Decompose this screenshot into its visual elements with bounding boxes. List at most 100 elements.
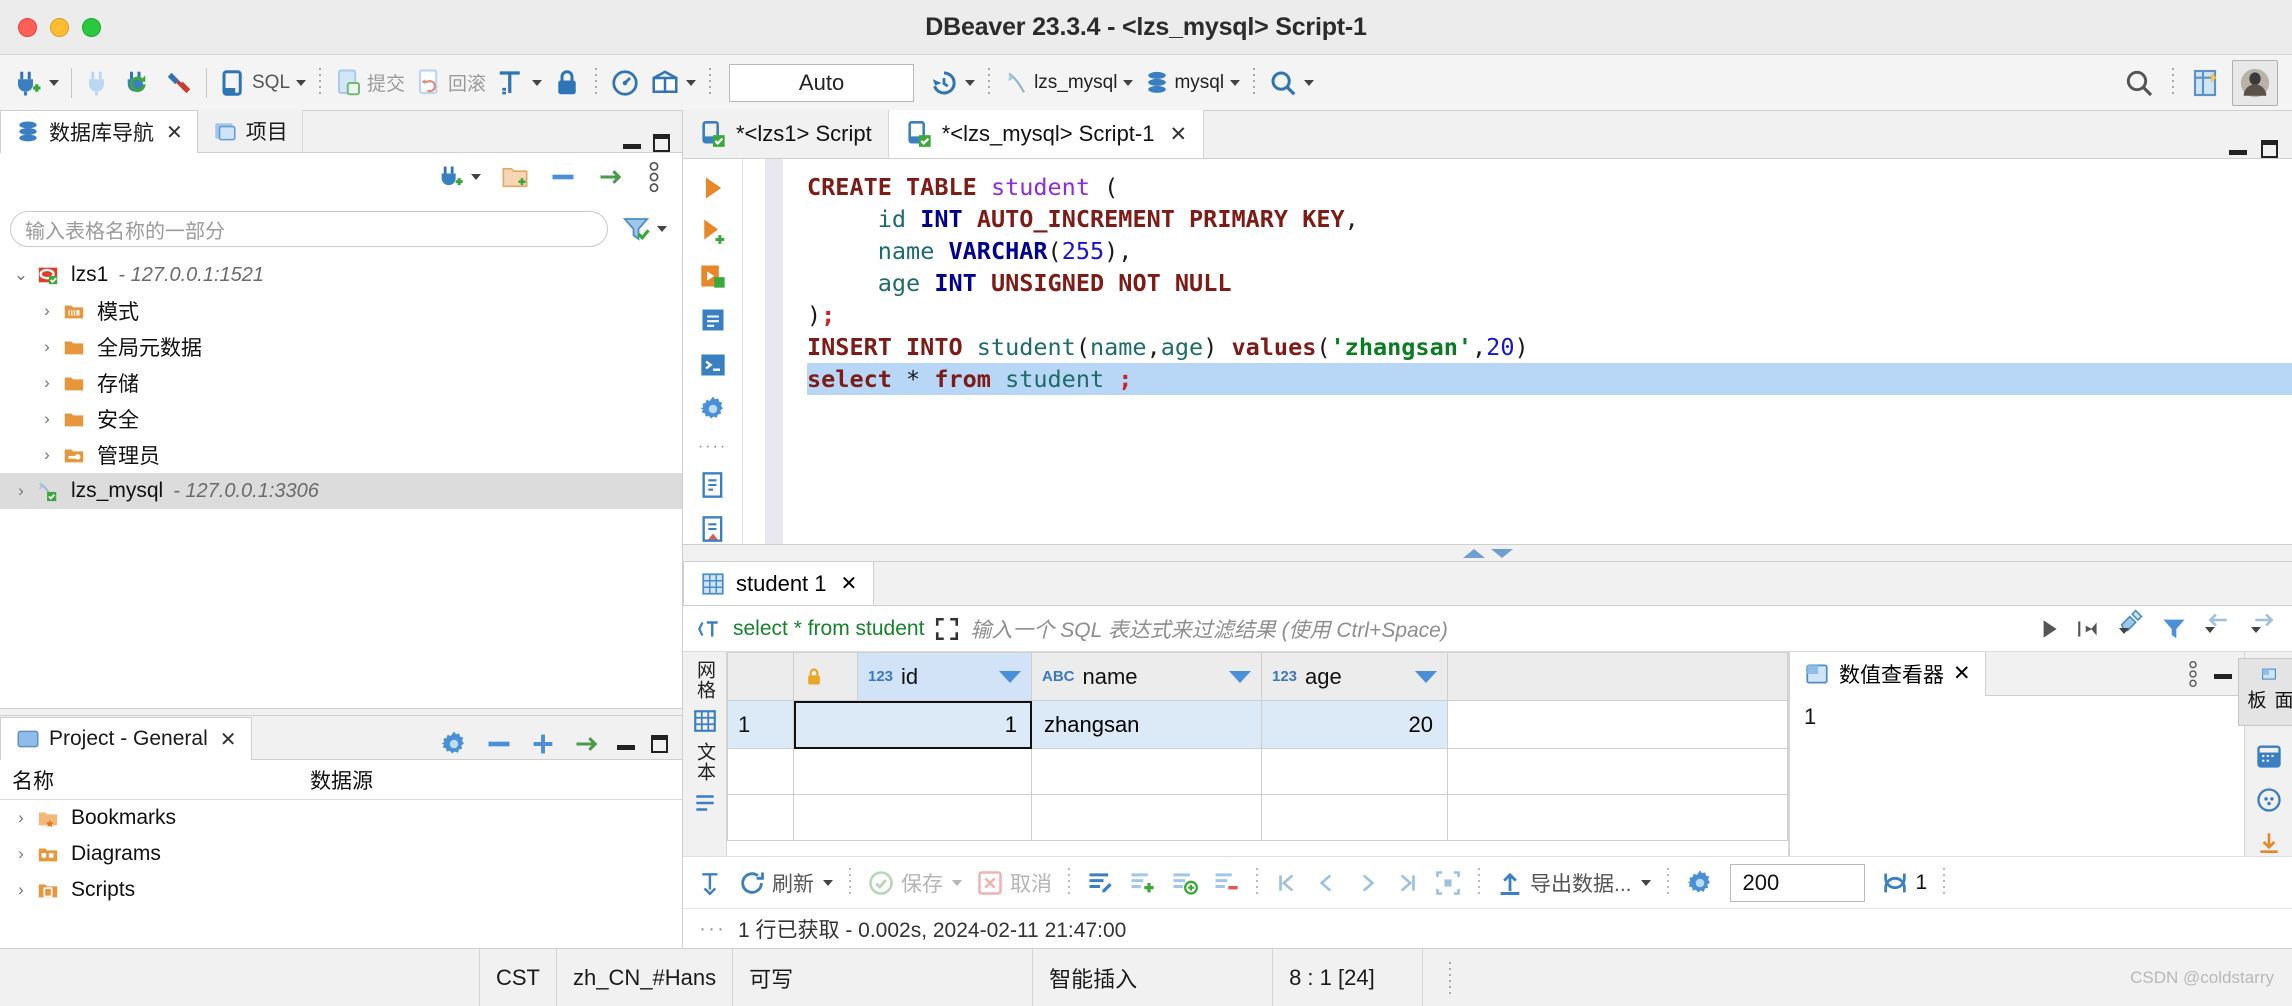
next-row-button[interactable]	[1347, 870, 1387, 896]
download-icon[interactable]	[2256, 830, 2282, 856]
maximize-panel-icon[interactable]	[653, 134, 670, 152]
sql-settings-button[interactable]	[693, 394, 733, 424]
commit-button[interactable]: 提交	[329, 61, 410, 105]
execute-in-console-button[interactable]	[693, 350, 733, 380]
delete-row-button[interactable]	[1205, 869, 1247, 897]
export-script-button[interactable]	[693, 470, 733, 500]
chevron-down-icon[interactable]	[2119, 627, 2129, 651]
active-database-select[interactable]: mysql	[1138, 61, 1245, 105]
chevron-down-icon[interactable]	[999, 670, 1021, 683]
connect-button[interactable]	[79, 61, 119, 105]
execute-expression-button[interactable]	[693, 305, 733, 335]
chevron-down-icon[interactable]	[1304, 79, 1315, 86]
collapse-all-button[interactable]	[544, 155, 582, 199]
chevron-down-icon[interactable]	[1123, 79, 1134, 86]
new-connection-small-button[interactable]	[432, 155, 486, 199]
chevron-down-icon[interactable]	[49, 79, 59, 86]
filter-expression-input[interactable]: 输入一个 SQL 表达式来过滤结果 (使用 Ctrl+Space)	[970, 614, 1447, 644]
column-header-name[interactable]: ABC name	[1031, 652, 1262, 701]
chevron-right-icon[interactable]: ›	[6, 880, 36, 900]
chevron-down-icon[interactable]	[2205, 626, 2215, 650]
previous-result-icon[interactable]	[2202, 607, 2234, 651]
cell-age[interactable]: 20	[1261, 700, 1448, 749]
new-folder-button[interactable]	[496, 155, 534, 199]
export-data-button[interactable]: 导出数据...	[1489, 868, 1658, 898]
perspective-button[interactable]	[2186, 61, 2228, 105]
column-header-age[interactable]: 123 age	[1261, 652, 1448, 701]
project-item-diagrams[interactable]: › Diagrams	[0, 836, 682, 872]
text-presentation-icon[interactable]	[692, 790, 718, 816]
avatar[interactable]	[2232, 59, 2278, 106]
schema-compare-button[interactable]	[645, 61, 701, 105]
edit-row-button[interactable]	[1079, 869, 1121, 897]
tab-project[interactable]: 项目	[197, 110, 303, 152]
calendar-icon[interactable]	[2255, 742, 2283, 770]
chevron-down-icon[interactable]	[952, 879, 962, 886]
commit-mode-select[interactable]: Auto	[729, 63, 915, 102]
previous-row-button[interactable]	[1307, 870, 1347, 896]
chevron-right-icon[interactable]: ›	[6, 844, 36, 864]
execute-script-button[interactable]	[693, 217, 733, 247]
fetch-size-input[interactable]: 200	[1729, 863, 1865, 902]
link-editor-icon[interactable]	[573, 730, 601, 758]
chevron-down-icon[interactable]	[1230, 79, 1241, 86]
left-panel-splitter[interactable]	[0, 708, 682, 716]
add-row-button[interactable]	[1121, 869, 1163, 897]
last-row-button[interactable]	[1387, 870, 1427, 896]
lock-column-header[interactable]	[793, 652, 858, 701]
tree-item-global-metadata[interactable]: › 全局元数据	[0, 329, 682, 365]
apply-filter-icon[interactable]	[2036, 616, 2062, 642]
editor-results-splitter[interactable]	[683, 544, 2292, 562]
readonly-lock-button[interactable]	[547, 61, 587, 105]
query-history-button[interactable]	[924, 61, 980, 105]
tree-filter-input[interactable]: 输入表格名称的一部分	[10, 211, 608, 247]
tab-lzs1-script[interactable]: *<lzs1> Script	[683, 110, 889, 158]
chevron-down-icon[interactable]	[532, 79, 543, 86]
tree-item-schemas[interactable]: › 模式	[0, 293, 682, 329]
chevron-right-icon[interactable]: ›	[6, 481, 36, 501]
chevron-right-icon[interactable]: ›	[32, 409, 62, 429]
chevron-right-icon[interactable]: ›	[6, 808, 36, 828]
tab-project-general[interactable]: Project - General ✕	[0, 717, 252, 760]
rail-tab-panels[interactable]: 面板	[2237, 658, 2292, 726]
execute-statement-button[interactable]	[693, 173, 733, 203]
first-row-button[interactable]	[1267, 870, 1307, 896]
minimize-panel-icon[interactable]	[2214, 674, 2232, 679]
cell-id[interactable]: 1	[793, 700, 1032, 749]
value-viewer-content[interactable]: 1	[1790, 696, 2244, 856]
close-icon[interactable]: ✕	[841, 571, 858, 596]
chevron-down-icon[interactable]	[1640, 879, 1651, 886]
next-result-icon[interactable]	[2248, 607, 2280, 651]
project-tree[interactable]: › Bookmarks › Diagrams › Scripts	[0, 800, 682, 908]
link-editor-button[interactable]	[592, 155, 630, 199]
table-row[interactable]: 1 1 zhangsan 20	[727, 700, 1788, 749]
chevron-down-icon[interactable]	[1229, 670, 1251, 683]
chevron-right-icon[interactable]: ›	[32, 373, 62, 393]
presentation-tab-text[interactable]: 文本	[691, 742, 718, 782]
sql-text[interactable]: −CREATE TABLE student ( id INT AUTO_INCR…	[743, 159, 2292, 395]
data-table[interactable]: 123 id ABC name 123 age 1 1 zhangsan 20	[727, 652, 1788, 841]
cell-name[interactable]: zhangsan	[1031, 700, 1262, 749]
filter-history-icon[interactable]	[2076, 616, 2102, 642]
refresh-button[interactable]: 刷新	[731, 868, 840, 898]
reconnect-button[interactable]	[119, 61, 159, 105]
cancel-button[interactable]: 取消	[969, 868, 1059, 898]
tree-item-lzs1[interactable]: ⌄ lzs1 - 127.0.0.1:1521	[0, 257, 682, 293]
fetch-all-button[interactable]	[1427, 869, 1469, 897]
row-count-indicator[interactable]: 1	[1873, 869, 1935, 897]
sql-code-editor[interactable]: −CREATE TABLE student ( id INT AUTO_INCR…	[743, 159, 2292, 544]
chevron-down-icon[interactable]	[1415, 670, 1437, 683]
chevron-down-icon[interactable]: ⌄	[6, 265, 36, 285]
tree-item-security[interactable]: › 安全	[0, 401, 682, 437]
project-item-scripts[interactable]: › Scripts	[0, 872, 682, 908]
tab-lzs-mysql-script-1[interactable]: *<lzs_mysql> Script-1 ✕	[888, 110, 1205, 158]
sql-editor-button[interactable]: SQL	[214, 61, 311, 105]
duplicate-row-button[interactable]	[1163, 869, 1205, 897]
chevron-right-icon[interactable]: ›	[32, 445, 62, 465]
references-icon[interactable]	[2255, 786, 2283, 814]
results-data-grid[interactable]: 123 id ABC name 123 age 1 1 zhangsan 20	[727, 652, 1789, 856]
settings-gear-icon[interactable]	[439, 729, 469, 759]
fetch-direction-button[interactable]	[691, 869, 731, 897]
minimize-panel-icon[interactable]	[617, 744, 635, 750]
search-button[interactable]	[2118, 61, 2160, 105]
